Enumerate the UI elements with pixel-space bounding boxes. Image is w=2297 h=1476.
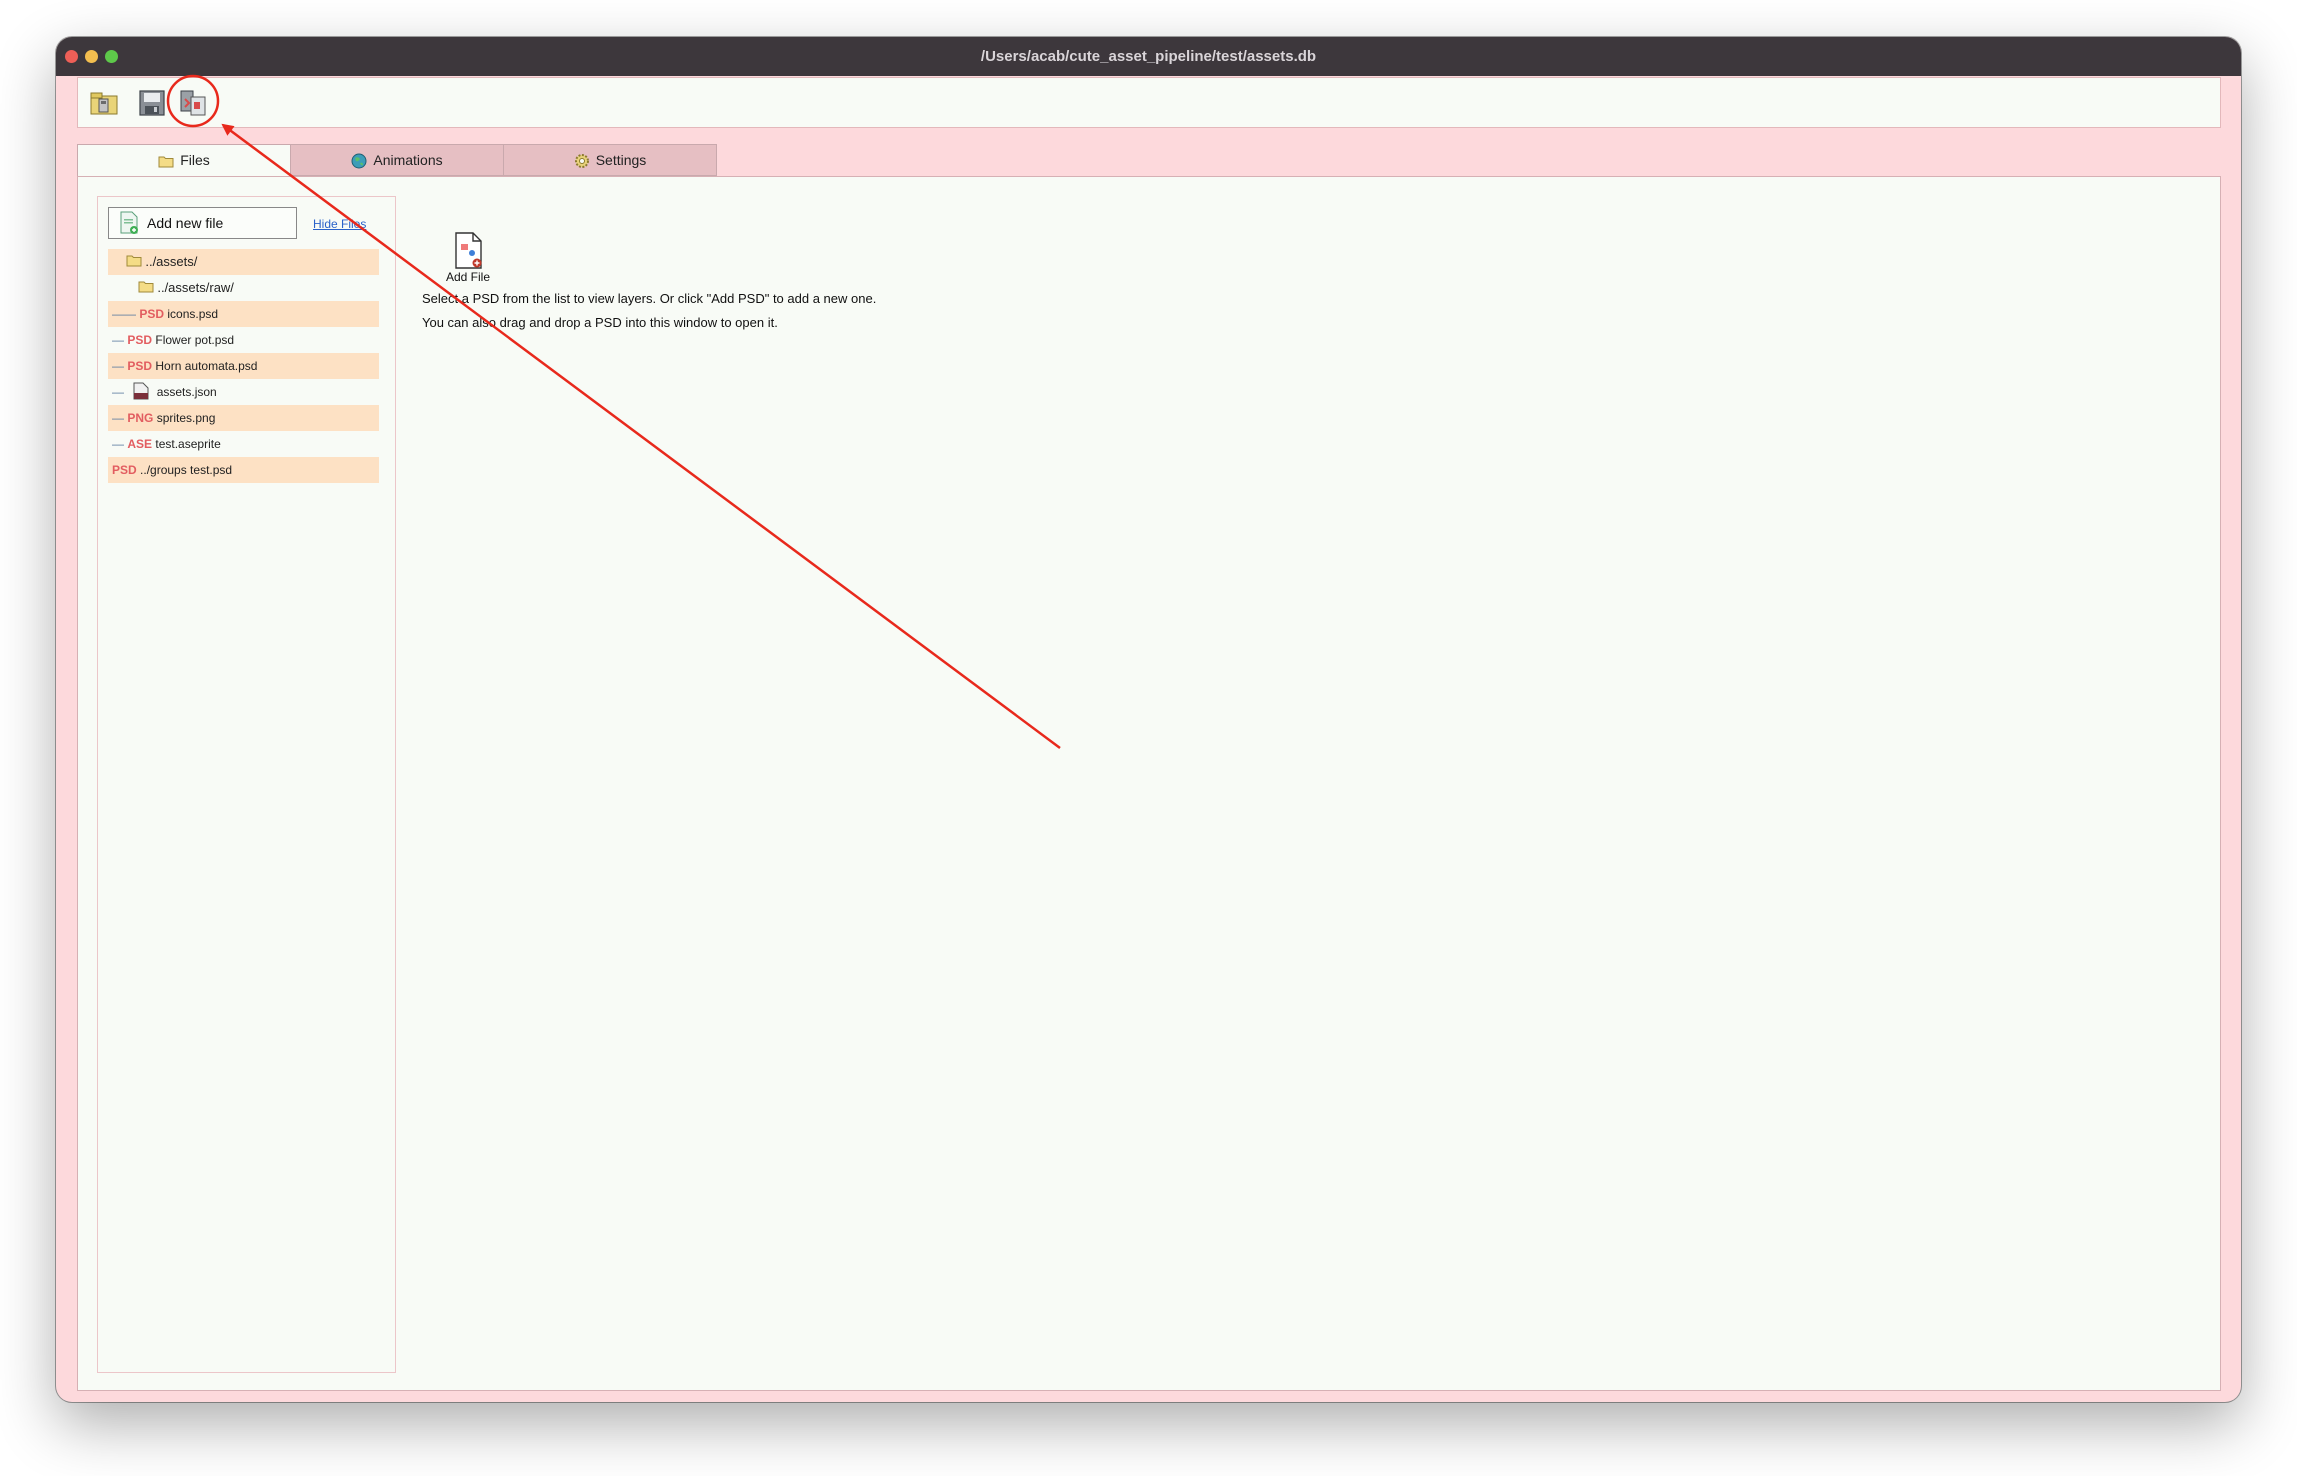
- file-type-tag: PSD: [112, 463, 137, 477]
- list-item[interactable]: — PSD Horn automata.psd: [108, 353, 379, 379]
- export-icon: [180, 90, 206, 116]
- file-name: ../groups test.psd: [140, 463, 233, 477]
- file-type-tag: ASE: [127, 437, 153, 451]
- save-button[interactable]: [136, 87, 168, 119]
- file-name: assets.json: [156, 385, 217, 399]
- add-new-file-button[interactable]: Add new file: [108, 207, 297, 239]
- add-file-icon: [455, 232, 482, 269]
- folder-icon: [138, 281, 154, 293]
- file-name: sprites.png: [156, 411, 216, 425]
- gear-icon: [574, 154, 589, 169]
- add-file-icon: [120, 211, 138, 234]
- folder-icon: [158, 156, 174, 168]
- tree-connector: —: [112, 411, 124, 425]
- list-item[interactable]: — assets.json: [108, 379, 379, 405]
- file-name: Flower pot.psd: [155, 333, 235, 347]
- file-name: test.aseprite: [155, 437, 221, 451]
- file-name: ../assets/raw/: [157, 280, 234, 295]
- tree-connector: —: [112, 385, 124, 399]
- add-new-file-label: Add new file: [147, 215, 224, 231]
- file-type-tag: PSD: [139, 307, 165, 321]
- tab-animations-label: Animations: [373, 152, 443, 168]
- zoom-window-button[interactable]: [105, 50, 118, 63]
- help-message-2: You can also drag and drop a PSD into th…: [422, 315, 778, 330]
- tree-connector: —: [112, 333, 124, 347]
- folder-icon: [126, 255, 142, 267]
- list-item[interactable]: —— PSD icons.psd: [108, 301, 379, 327]
- file-type-tag: PSD: [127, 333, 153, 347]
- file-name: Horn automata.psd: [155, 359, 258, 373]
- minimize-window-button[interactable]: [85, 50, 98, 63]
- files-panel: Add new file Hide Files ../assets/ ../as…: [77, 176, 2221, 1391]
- close-window-button[interactable]: [65, 50, 78, 63]
- list-item[interactable]: — PNG sprites.png: [108, 405, 379, 431]
- add-file-label: Add File: [445, 270, 491, 284]
- window-title: /Users/acab/cute_asset_pipeline/test/ass…: [980, 48, 1317, 65]
- file-list: ../assets/ ../assets/raw/ —— PSD icons.p…: [108, 249, 379, 483]
- file-type-tag: PNG: [127, 411, 154, 425]
- help-message-1: Select a PSD from the list to view layer…: [422, 291, 877, 306]
- list-item[interactable]: ../assets/raw/: [108, 275, 379, 301]
- tree-connector: —: [112, 437, 124, 451]
- app-window: /Users/acab/cute_asset_pipeline/test/ass…: [56, 37, 2241, 1402]
- list-item[interactable]: PSD ../groups test.psd: [108, 457, 379, 483]
- toolbar: [77, 77, 2221, 128]
- tab-settings[interactable]: Settings: [503, 144, 717, 176]
- hide-files-link[interactable]: Hide Files: [313, 217, 366, 231]
- open-project-icon: [90, 92, 118, 115]
- tab-files[interactable]: Files: [77, 144, 291, 177]
- title-bar[interactable]: /Users/acab/cute_asset_pipeline/test/ass…: [56, 37, 2241, 76]
- file-name: ../assets/: [145, 254, 198, 269]
- export-button[interactable]: [177, 87, 209, 119]
- file-type-tag: PSD: [127, 359, 153, 373]
- json-file-icon: [133, 382, 149, 400]
- tree-connector: ——: [112, 307, 136, 321]
- tab-settings-label: Settings: [595, 152, 647, 168]
- globe-icon: [351, 153, 367, 169]
- tab-animations[interactable]: Animations: [290, 144, 504, 176]
- file-sidebar: Add new file Hide Files ../assets/ ../as…: [97, 196, 396, 1373]
- tab-files-label: Files: [180, 152, 210, 168]
- list-item[interactable]: ../assets/: [108, 249, 379, 275]
- file-name: icons.psd: [167, 307, 219, 321]
- list-item[interactable]: — PSD Flower pot.psd: [108, 327, 379, 353]
- open-project-button[interactable]: [88, 87, 120, 119]
- list-item[interactable]: — ASE test.aseprite: [108, 431, 379, 457]
- tree-connector: —: [112, 359, 124, 373]
- add-file-button[interactable]: Add File: [428, 232, 508, 284]
- save-icon: [139, 90, 165, 116]
